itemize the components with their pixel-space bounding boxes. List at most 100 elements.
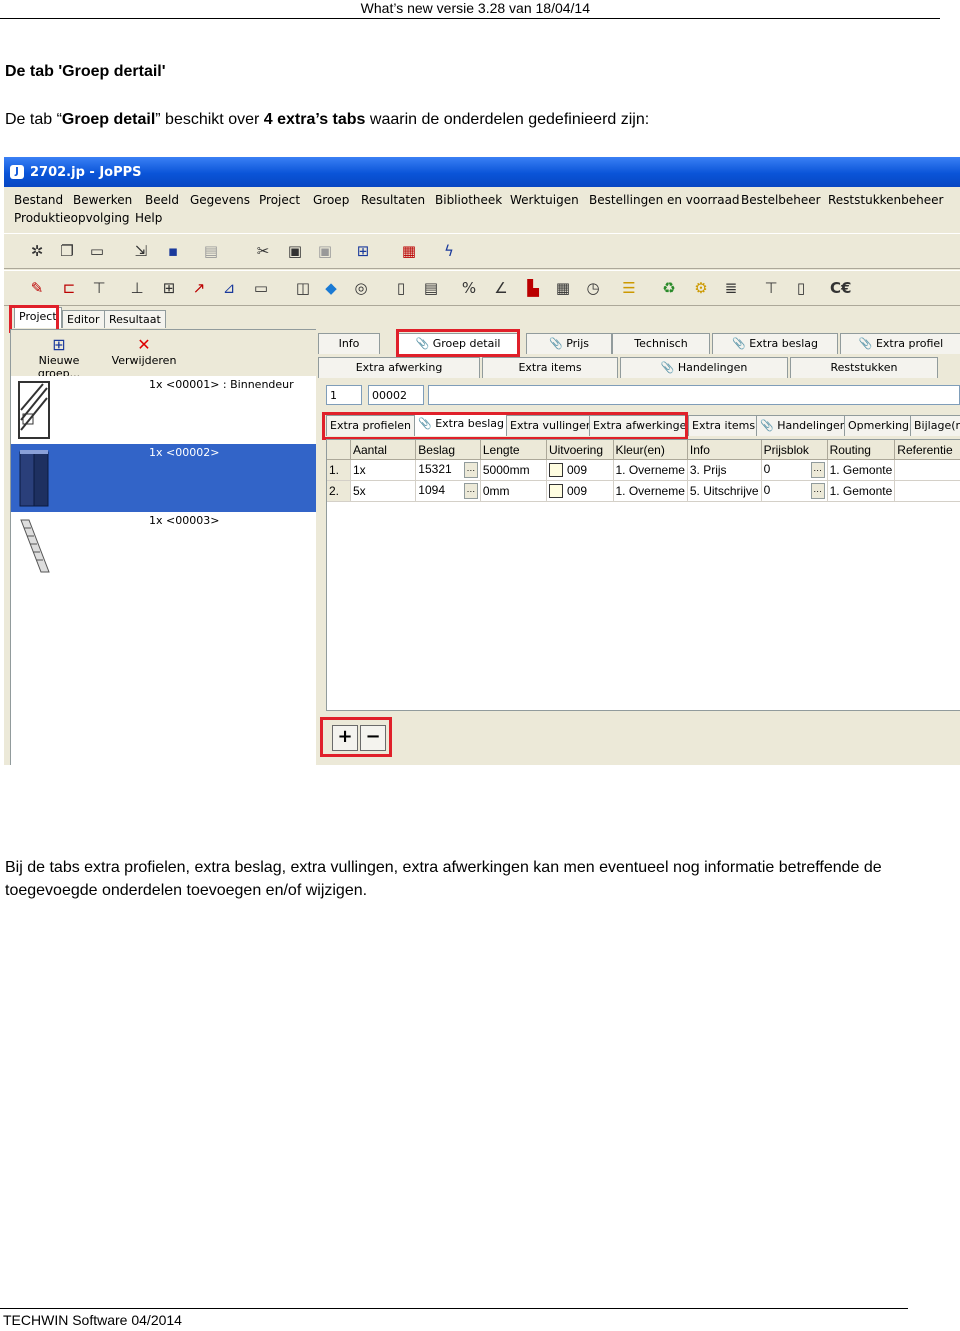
cell-prijsblok[interactable]: 0… <box>761 480 828 502</box>
clock-icon[interactable]: ◷ <box>584 279 602 297</box>
cell-routing[interactable]: 1. Gemonte <box>827 480 896 502</box>
tab-handelingen-sub[interactable]: 📎 Handelingen <box>756 415 851 436</box>
recycle-icon[interactable]: ♻ <box>660 279 678 297</box>
paste-icon[interactable]: ▣ <box>286 242 304 260</box>
copy-icon[interactable]: ❐ <box>58 242 76 260</box>
group-item[interactable]: 1x <00003> <box>11 512 317 580</box>
menu-item-help[interactable]: Help <box>135 211 162 225</box>
list-icon[interactable]: ☰ <box>620 279 638 297</box>
tab-handelingen[interactable]: 📎 Handelingen <box>620 357 788 378</box>
euro-profile-icon[interactable]: ⊤ <box>762 279 780 297</box>
new-group-button[interactable]: ⊞ Nieuwe groep... <box>19 336 99 381</box>
lightning-icon[interactable]: ϟ <box>440 242 458 260</box>
cell-beslag[interactable]: 1094… <box>415 480 481 502</box>
column-header-lengte[interactable]: Lengte <box>480 440 547 460</box>
tab-reststukken[interactable]: Reststukken <box>790 357 938 378</box>
cell-lengte[interactable]: 0mm <box>480 480 547 502</box>
dimension-icon[interactable]: ⊞ <box>160 279 178 297</box>
cell-lengte[interactable]: 5000mm <box>480 459 547 481</box>
tab-editor[interactable]: Editor <box>62 310 105 328</box>
paste-special-icon[interactable]: ▣ <box>316 242 334 260</box>
windows-icon[interactable]: ▦ <box>400 242 418 260</box>
tab-bijlagen[interactable]: Bijlage(n) <box>910 415 960 436</box>
cell-routing[interactable]: 1. Gemonte <box>827 459 896 481</box>
percent-icon[interactable]: % <box>460 279 478 297</box>
tab-prijs[interactable]: 📎 Prijs <box>526 333 612 354</box>
column-header-info[interactable]: Info <box>687 440 762 460</box>
section-icon[interactable]: ⊤ <box>90 279 108 297</box>
profile-icon[interactable]: ⊏ <box>60 279 78 297</box>
new-icon[interactable]: ✲ <box>28 242 46 260</box>
menu-item-bestand[interactable]: Bestand <box>14 193 63 207</box>
column-header-aantal[interactable]: Aantal <box>350 440 417 460</box>
cell-prijsblok[interactable]: 0… <box>761 459 828 481</box>
column-header-prijsblok[interactable]: Prijsblok <box>761 440 828 460</box>
cell-referentie[interactable] <box>894 459 960 481</box>
cell-info[interactable]: 3. Prijs <box>687 459 762 481</box>
tab-extra-beslag[interactable]: 📎 Extra beslag <box>712 333 838 354</box>
table-row[interactable]: 1. 1x 15321… 5000mm 009 1. Overneme 3. P… <box>327 459 960 481</box>
tab-extra-items[interactable]: Extra items <box>482 357 618 378</box>
browse-button[interactable]: … <box>810 483 825 499</box>
menu-item-bestelbeheer[interactable]: Bestelbeheer <box>741 193 821 207</box>
menu-item-beeld[interactable]: Beeld <box>145 193 179 207</box>
wizard-icon[interactable]: ✎ <box>28 279 46 297</box>
grid-select-icon[interactable]: ⊞ <box>354 242 372 260</box>
browse-button[interactable]: … <box>810 462 825 478</box>
menu-item-resultaten[interactable]: Resultaten <box>361 193 425 207</box>
tab-opmerking[interactable]: Opmerking <box>844 415 914 436</box>
cell-beslag[interactable]: 15321… <box>415 459 481 481</box>
stair-icon[interactable]: ⊿ <box>220 279 238 297</box>
chart-icon[interactable]: ▙ <box>524 279 542 297</box>
cell-kleuren[interactable]: 1. Overneme <box>613 459 688 481</box>
cell-kleuren[interactable]: 1. Overneme <box>613 480 688 502</box>
ce-mark-icon[interactable]: C€ <box>830 279 851 297</box>
menu-item-bestellingen[interactable]: Bestellingen en voorraad <box>589 193 740 207</box>
menu-item-gegevens[interactable]: Gegevens <box>190 193 250 207</box>
euro-panel-icon[interactable]: ▯ <box>792 279 810 297</box>
quantity-field[interactable]: 1 <box>326 385 362 405</box>
cube-icon[interactable]: ◆ <box>322 279 340 297</box>
tab-extra-profiel[interactable]: 📎 Extra profiel <box>840 333 960 354</box>
menu-item-groep[interactable]: Groep <box>313 193 349 207</box>
menu-item-werktuigen[interactable]: Werktuigen <box>510 193 579 207</box>
tab-technisch[interactable]: Technisch <box>612 333 710 354</box>
description-field[interactable] <box>428 385 960 405</box>
column-header-referentie[interactable]: Referentie <box>894 440 960 460</box>
cell-uitvoering[interactable]: 009 <box>546 459 614 481</box>
arrow-icon[interactable]: ↗ <box>190 279 208 297</box>
column-header-routing[interactable]: Routing <box>827 440 896 460</box>
graph-icon[interactable]: ∠ <box>492 279 510 297</box>
door-price-icon[interactable]: ◫ <box>294 279 312 297</box>
cell-aantal[interactable]: 5x <box>350 480 417 502</box>
cell-aantal[interactable]: 1x <box>350 459 417 481</box>
frame-icon[interactable]: ▭ <box>252 279 270 297</box>
menu-item-bewerken[interactable]: Bewerken <box>73 193 132 207</box>
code-field[interactable]: 00002 <box>368 385 424 405</box>
menu-item-bibliotheek[interactable]: Bibliotheek <box>435 193 502 207</box>
tab-resultaat[interactable]: Resultaat <box>104 310 166 328</box>
print-icon[interactable]: ▤ <box>202 242 220 260</box>
panel-icon[interactable]: ▯ <box>392 279 410 297</box>
open-folder-icon[interactable]: ▭ <box>88 242 106 260</box>
tab-extra-afwerking[interactable]: Extra afwerking <box>318 357 480 378</box>
export-icon[interactable]: ⇲ <box>132 242 150 260</box>
tab-info[interactable]: Info <box>318 333 380 354</box>
table-icon[interactable]: ▦ <box>554 279 572 297</box>
column-header-kleuren[interactable]: Kleur(en) <box>613 440 688 460</box>
glass-icon[interactable]: ◎ <box>352 279 370 297</box>
cell-uitvoering[interactable]: 009 <box>546 480 614 502</box>
price-profile-icon[interactable]: ⊥ <box>128 279 146 297</box>
group-item-selected[interactable]: 1x <00002> <box>11 444 317 512</box>
menu-item-reststukkenbeheer[interactable]: Reststukkenbeheer <box>828 193 943 207</box>
stack-icon[interactable]: ≣ <box>722 279 740 297</box>
column-header-uitvoering[interactable]: Uitvoering <box>546 440 614 460</box>
cell-info[interactable]: 5. Uitschrijve <box>687 480 762 502</box>
save-icon[interactable]: ▪ <box>164 242 182 260</box>
browse-button[interactable]: … <box>463 483 478 499</box>
table-row[interactable]: 2. 5x 1094… 0mm 009 1. Overneme 5. Uitsc… <box>327 480 960 502</box>
cut-icon[interactable]: ✂ <box>254 242 272 260</box>
menu-item-produktieopvolging[interactable]: Produktieopvolging <box>14 211 130 225</box>
menu-item-project[interactable]: Project <box>259 193 300 207</box>
catalog-icon[interactable]: ▤ <box>422 279 440 297</box>
